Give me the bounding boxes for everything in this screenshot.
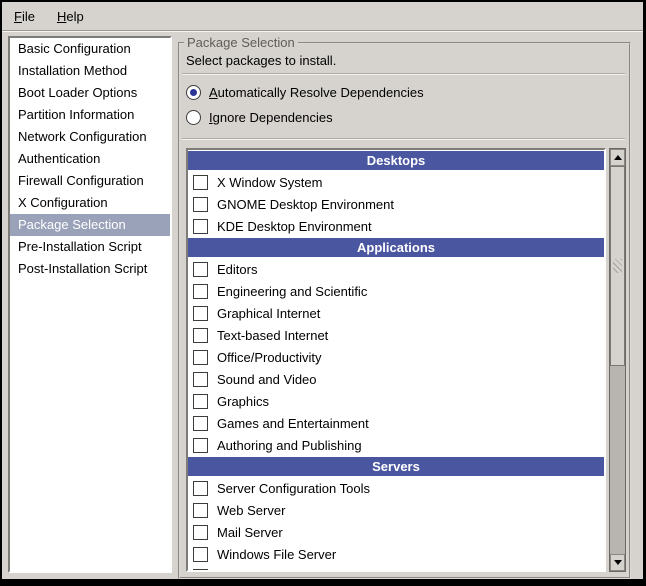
scroll-up-button[interactable] [610, 149, 625, 166]
package-checkbox[interactable] [193, 394, 208, 409]
package-label: Graphical Internet [217, 306, 320, 321]
separator [182, 138, 625, 140]
section-header: Applications [188, 238, 604, 257]
menu-help[interactable]: Help [54, 7, 87, 26]
package-label: Graphics [217, 394, 269, 409]
package-selection-frame: Package Selection Select packages to ins… [178, 42, 631, 579]
frame-legend: Package Selection [184, 35, 298, 50]
package-checkbox[interactable] [193, 416, 208, 431]
package-checkbox[interactable] [193, 175, 208, 190]
menubar-separator [2, 30, 643, 32]
package-checkbox[interactable] [193, 306, 208, 321]
package-row[interactable]: Graphics [188, 390, 604, 412]
package-checkbox[interactable] [193, 262, 208, 277]
package-row[interactable]: GNOME Desktop Environment [188, 193, 604, 215]
package-label: GNOME Desktop Environment [217, 197, 394, 212]
kickstart-configurator-window: File Help Basic ConfigurationInstallatio… [2, 2, 643, 579]
package-row[interactable]: Engineering and Scientific [188, 280, 604, 302]
menu-file[interactable]: File [11, 7, 38, 26]
scrollbar-thumb[interactable] [610, 166, 625, 366]
package-checkbox[interactable] [193, 547, 208, 562]
package-row[interactable]: KDE Desktop Environment [188, 215, 604, 237]
package-row[interactable]: Office/Productivity [188, 346, 604, 368]
description-text: Select packages to install. [186, 53, 336, 68]
package-label: Server Configuration Tools [217, 481, 370, 496]
package-checkbox[interactable] [193, 284, 208, 299]
sidebar-item[interactable]: Basic Configuration [10, 38, 170, 60]
package-row[interactable]: Authoring and Publishing [188, 434, 604, 456]
package-label: Games and Entertainment [217, 416, 369, 431]
package-row[interactable]: Mail Server [188, 521, 604, 543]
package-label: Office/Productivity [217, 350, 322, 365]
sidebar-item[interactable]: Installation Method [10, 60, 170, 82]
section-header: Servers [188, 457, 604, 476]
radio-button-icon[interactable] [186, 110, 201, 125]
package-checkbox[interactable] [193, 503, 208, 518]
radio-label: Ignore Dependencies [209, 110, 333, 125]
package-row[interactable]: Games and Entertainment [188, 412, 604, 434]
package-checkbox[interactable] [193, 350, 208, 365]
package-label: Web Server [217, 503, 285, 518]
sidebar-list[interactable]: Basic ConfigurationInstallation MethodBo… [8, 36, 172, 573]
package-checkbox[interactable] [193, 197, 208, 212]
up-arrow-icon [614, 155, 622, 160]
sidebar-item[interactable]: Authentication [10, 148, 170, 170]
package-checkbox[interactable] [193, 525, 208, 540]
package-row[interactable]: Web Server [188, 499, 604, 521]
vertical-scrollbar[interactable] [609, 148, 626, 572]
package-row[interactable]: Graphical Internet [188, 302, 604, 324]
package-checkbox[interactable] [193, 328, 208, 343]
package-row[interactable]: Sound and Video [188, 368, 604, 390]
package-checkbox[interactable] [193, 438, 208, 453]
package-label: Text-based Internet [217, 328, 328, 343]
package-label: Authoring and Publishing [217, 438, 362, 453]
package-row[interactable]: Windows File Server [188, 543, 604, 565]
sidebar-item[interactable]: Firewall Configuration [10, 170, 170, 192]
separator [182, 73, 625, 75]
down-arrow-icon [614, 560, 622, 565]
package-row[interactable] [188, 565, 604, 572]
sidebar-item[interactable]: Package Selection [10, 214, 170, 236]
package-label: Windows File Server [217, 547, 336, 562]
radio-ignore-deps[interactable]: Ignore Dependencies [186, 110, 333, 125]
package-row[interactable]: X Window System [188, 171, 604, 193]
sidebar-item[interactable]: Partition Information [10, 104, 170, 126]
menubar: File Help [2, 2, 643, 30]
package-checkbox[interactable] [193, 481, 208, 496]
sidebar-item[interactable]: Boot Loader Options [10, 82, 170, 104]
package-label: Mail Server [217, 525, 283, 540]
radio-label: Automatically Resolve Dependencies [209, 85, 424, 100]
package-row[interactable]: Text-based Internet [188, 324, 604, 346]
package-checkbox[interactable] [193, 219, 208, 234]
radio-button-icon[interactable] [186, 85, 201, 100]
package-label: X Window System [217, 175, 322, 190]
package-label: KDE Desktop Environment [217, 219, 372, 234]
radio-auto-resolve[interactable]: Automatically Resolve Dependencies [186, 85, 424, 100]
scroll-down-button[interactable] [610, 554, 625, 571]
package-checkbox[interactable] [193, 372, 208, 387]
sidebar-item[interactable]: Pre-Installation Script [10, 236, 170, 258]
sidebar-item[interactable]: X Configuration [10, 192, 170, 214]
package-row[interactable]: Server Configuration Tools [188, 477, 604, 499]
package-label: Editors [217, 262, 257, 277]
package-list[interactable]: Desktops X Window System GNOME Desktop Env… [186, 148, 606, 572]
sidebar-item[interactable]: Network Configuration [10, 126, 170, 148]
package-label: Engineering and Scientific [217, 284, 367, 299]
package-checkbox[interactable] [193, 569, 208, 573]
sidebar-item[interactable]: Post-Installation Script [10, 258, 170, 280]
section-header: Desktops [188, 151, 604, 170]
package-label: Sound and Video [217, 372, 317, 387]
package-scrolled-window: Desktops X Window System GNOME Desktop Env… [186, 148, 626, 572]
package-row[interactable]: Editors [188, 258, 604, 280]
